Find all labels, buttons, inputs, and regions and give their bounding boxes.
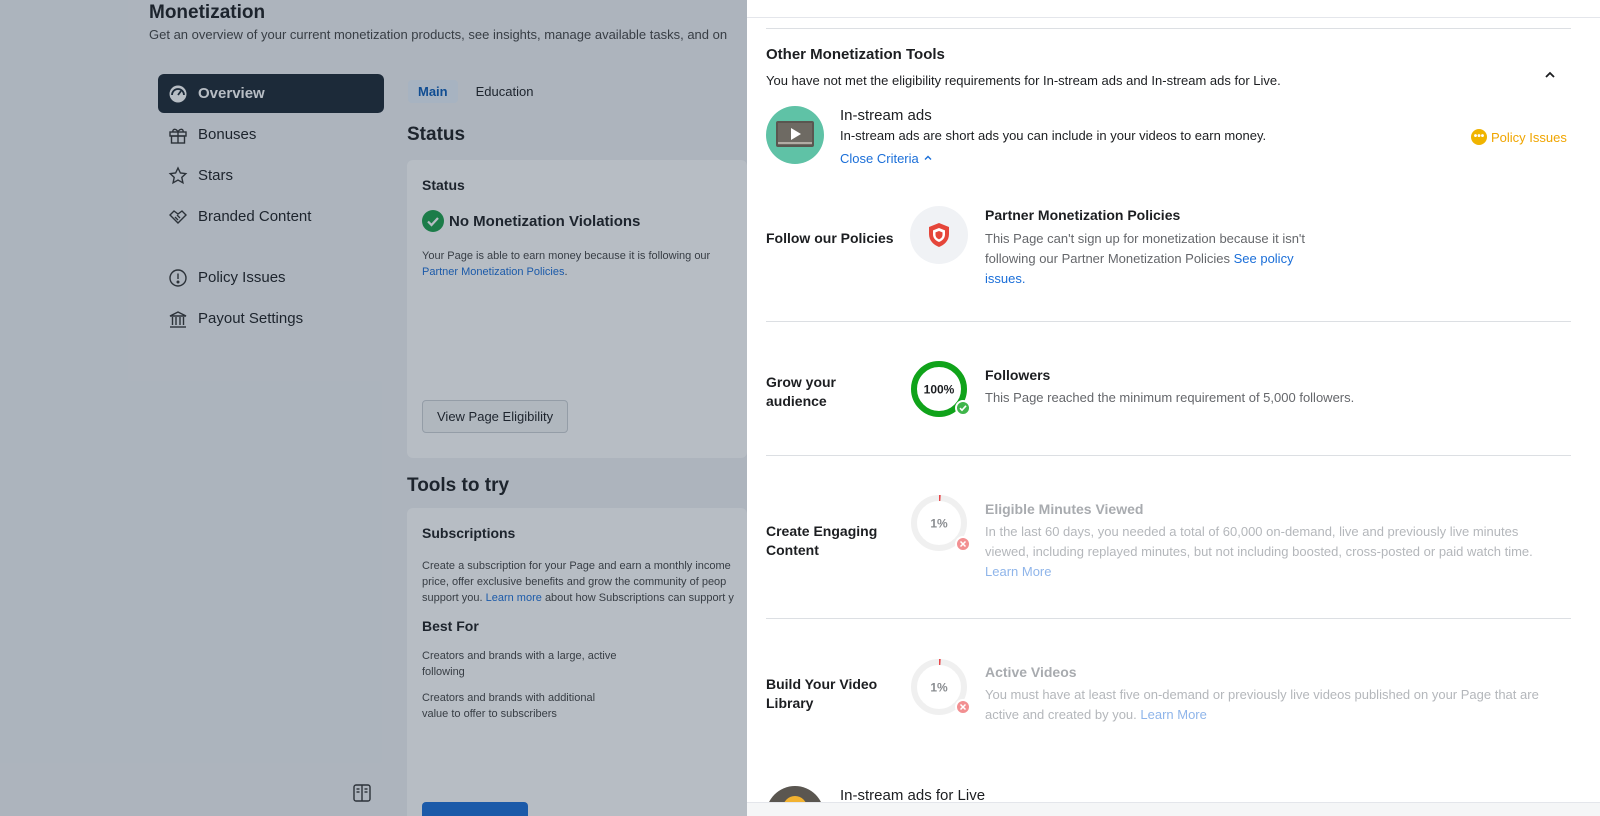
criterion-text: You must have at least five on-demand or… (985, 687, 1539, 722)
criterion-title: Eligible Minutes Viewed (985, 501, 1144, 517)
other-tools-subtitle: You have not met the eligibility require… (766, 73, 1281, 88)
criterion-description: This Page reached the minimum requiremen… (985, 390, 1355, 405)
progress-value: 1% (930, 681, 948, 695)
close-criteria-label: Close Criteria (840, 151, 919, 166)
panel-footer-strip (747, 802, 1600, 816)
learn-more-link[interactable]: Learn More (1140, 707, 1206, 722)
shield-icon (910, 206, 968, 264)
learn-more-link[interactable]: Learn More (985, 564, 1051, 579)
panel-header-strip (747, 0, 1600, 18)
policy-issues-label: Policy Issues (1491, 129, 1567, 145)
criterion-label: Grow your audience (766, 374, 837, 409)
criterion-title: Followers (985, 367, 1051, 383)
product-description: In-stream ads are short ads you can incl… (840, 128, 1267, 143)
policy-issues-badge[interactable]: ••• Policy Issues (1471, 129, 1567, 145)
progress-value: 1% (930, 517, 948, 531)
in-stream-ads-icon (766, 106, 824, 164)
criterion-description: You must have at least five on-demand or… (985, 685, 1560, 725)
other-tools-title: Other Monetization Tools (766, 46, 945, 63)
criterion-label: Follow our Policies (766, 230, 894, 246)
divider (766, 455, 1571, 456)
criterion-title: Active Videos (985, 664, 1077, 680)
progress-value: 100% (924, 383, 955, 397)
product-name: In-stream ads (840, 107, 932, 124)
chevron-up-icon[interactable] (1543, 68, 1557, 82)
x-icon (955, 536, 971, 552)
divider (766, 618, 1571, 619)
criterion-description: This Page can't sign up for monetization… (985, 229, 1315, 289)
criterion-label: Create Engaging Content (766, 523, 878, 558)
criterion-title: Partner Monetization Policies (985, 207, 1181, 223)
criterion-description: In the last 60 days, you needed a total … (985, 522, 1545, 582)
chevron-up-icon (923, 151, 933, 166)
criterion-label: Build Your Video Library (766, 676, 878, 711)
divider (766, 321, 1571, 322)
divider (766, 28, 1571, 29)
check-icon (955, 400, 971, 416)
close-criteria-link[interactable]: Close Criteria (840, 151, 933, 166)
more-dots-icon: ••• (1471, 129, 1487, 145)
criterion-text: In the last 60 days, you needed a total … (985, 524, 1533, 559)
modal-overlay[interactable] (0, 0, 747, 816)
eligibility-panel: Other Monetization Tools You have not me… (747, 0, 1600, 816)
x-icon (955, 699, 971, 715)
